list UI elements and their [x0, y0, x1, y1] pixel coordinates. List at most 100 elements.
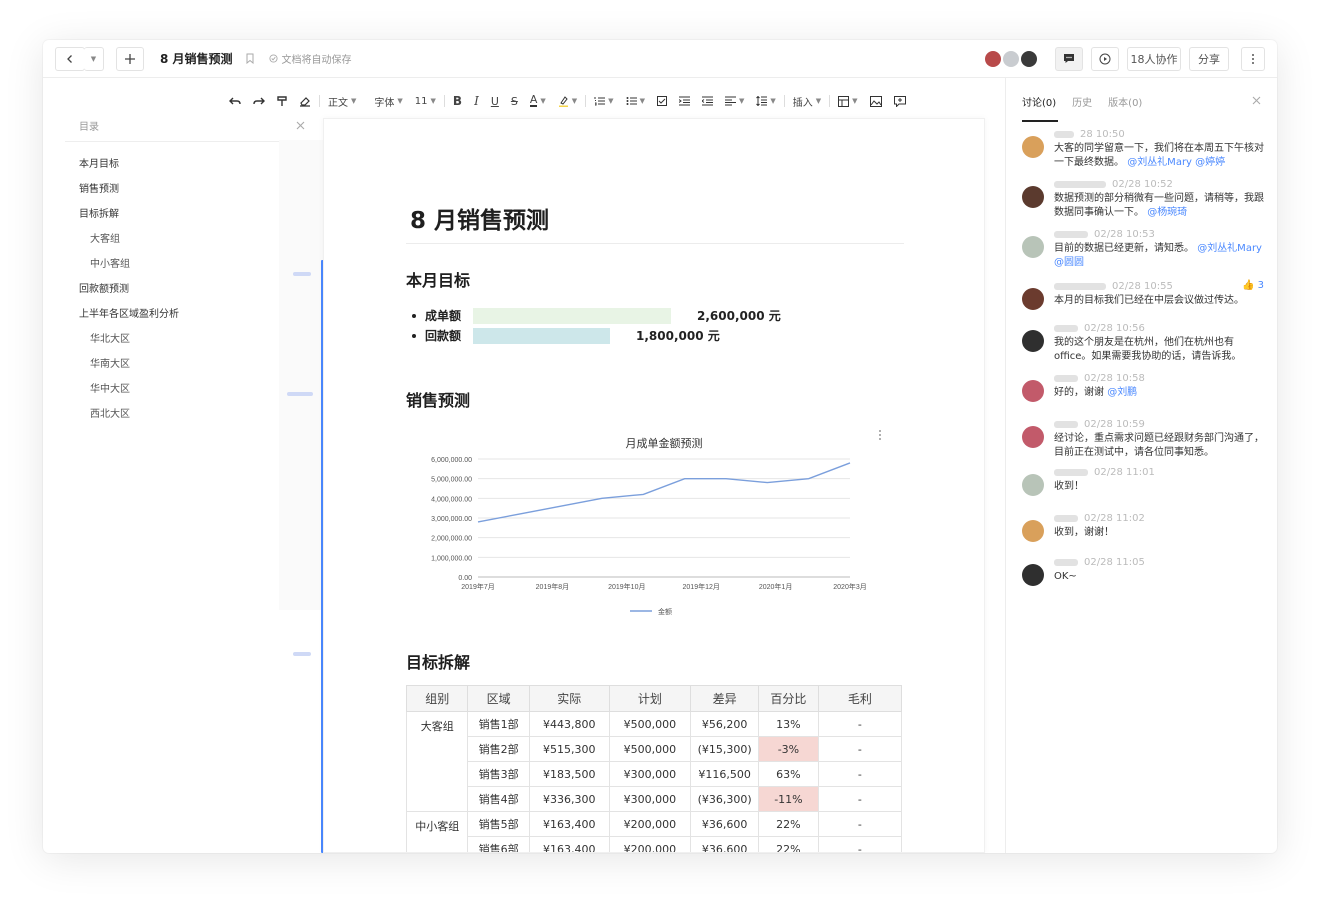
ordered-list-button[interactable]: ▼ — [588, 96, 619, 106]
clear-format-button[interactable] — [293, 96, 317, 107]
avatar[interactable] — [1022, 186, 1044, 208]
region-cell[interactable]: 销售5部 — [467, 811, 530, 837]
comment-item[interactable]: 02/28 11:05 OK~ — [1022, 556, 1268, 586]
indent-button[interactable] — [673, 96, 696, 106]
percent-cell[interactable]: 13% — [758, 711, 819, 737]
format-painter-button[interactable] — [271, 95, 293, 107]
comment-marker[interactable] — [287, 392, 313, 396]
bookmark-icon[interactable] — [245, 53, 255, 64]
collaborators-button[interactable]: 18人协作 — [1127, 46, 1181, 71]
insert-image-button[interactable] — [864, 95, 888, 107]
margin-cell[interactable]: - — [817, 761, 903, 787]
region-cell[interactable]: 销售6部 — [467, 836, 530, 852]
avatar[interactable] — [1022, 136, 1044, 158]
region-cell[interactable]: 销售4部 — [467, 786, 530, 812]
insert-table-button[interactable]: ▼ — [832, 95, 863, 107]
toc-item-northwest-region[interactable]: 西北大区 — [65, 402, 315, 427]
text-color-button[interactable]: A ▼ — [524, 94, 552, 107]
avatar[interactable] — [1022, 380, 1044, 402]
diff-cell[interactable]: ¥56,200 — [690, 711, 760, 737]
margin-cell[interactable]: - — [817, 836, 903, 852]
margin-cell[interactable]: - — [817, 786, 903, 812]
actual-cell[interactable]: ¥163,400 — [528, 836, 610, 852]
strikethrough-button[interactable]: S — [505, 95, 524, 108]
column-header[interactable]: 计划 — [608, 685, 692, 712]
bold-button[interactable]: B — [447, 94, 468, 108]
column-header[interactable]: 实际 — [528, 685, 610, 712]
document-page[interactable]: 8 月销售预测 本月目标 成单额 2,600,000 元 回款额 1,800,0… — [323, 118, 985, 853]
more-button[interactable] — [1241, 46, 1265, 71]
highlight-button[interactable]: ▼ — [552, 95, 583, 107]
column-header[interactable]: 毛利 — [817, 685, 903, 712]
column-header[interactable]: 差异 — [690, 685, 760, 712]
percent-cell[interactable]: 22% — [758, 811, 819, 837]
actual-cell[interactable]: ¥163,400 — [528, 811, 610, 837]
tab-discussion[interactable]: 讨论(0) — [1022, 94, 1056, 109]
margin-cell[interactable]: - — [817, 711, 903, 737]
diff-cell[interactable]: ¥36,600 — [690, 811, 760, 837]
toc-item-target-breakdown[interactable]: 目标拆解 — [65, 202, 315, 227]
comment-mentions[interactable]: @杨琬琦 — [1147, 207, 1187, 218]
avatar[interactable] — [1022, 330, 1044, 352]
tab-history[interactable]: 历史 — [1072, 94, 1092, 109]
comment-item[interactable]: 02/28 10:55 本月的目标我们已经在中层会议做过传达。 👍 3 — [1022, 280, 1268, 310]
plan-cell[interactable]: ¥500,000 — [608, 736, 692, 762]
comment-item[interactable]: 02/28 10:52 数据预测的部分稍微有一些问题，请稍等，我跟数据同事确认一下… — [1022, 178, 1268, 220]
avatar[interactable] — [1022, 564, 1044, 586]
actual-cell[interactable]: ¥443,800 — [528, 711, 610, 737]
percent-cell[interactable]: -3% — [758, 736, 819, 762]
toc-item-regional-profit[interactable]: 上半年各区域盈利分析 — [65, 302, 315, 327]
new-doc-button[interactable] — [116, 46, 144, 71]
collaborator-avatars[interactable] — [985, 50, 1037, 67]
group-cell[interactable]: 大客组 — [405, 711, 469, 812]
avatar[interactable] — [1022, 236, 1044, 258]
actual-cell[interactable]: ¥183,500 — [528, 761, 610, 787]
close-icon[interactable] — [296, 121, 305, 130]
percent-cell[interactable]: 63% — [758, 761, 819, 787]
actual-cell[interactable]: ¥336,300 — [528, 786, 610, 812]
toc-item-south-region[interactable]: 华南大区 — [65, 352, 315, 377]
close-panel-button[interactable] — [1252, 94, 1261, 108]
insert-comment-button[interactable] — [888, 95, 912, 107]
comment-item[interactable]: 28 10:50 大客的同学留意一下，我们将在本周五下午核对一下最终数据。 @刘丛… — [1022, 128, 1268, 170]
region-cell[interactable]: 销售2部 — [467, 736, 530, 762]
toc-item-smb-accounts[interactable]: 中小客组 — [65, 252, 315, 277]
font-size-select[interactable]: 11 ▼ — [409, 96, 442, 107]
toc-item-monthly-target[interactable]: 本月目标 — [65, 152, 315, 177]
column-header[interactable]: 组别 — [405, 685, 469, 712]
comment-item[interactable]: 02/28 10:56 我的这个朋友是在杭州，他们在杭州也有office。如果需要… — [1022, 322, 1268, 364]
margin-cell[interactable]: - — [817, 811, 903, 837]
align-button[interactable]: ▼ — [719, 96, 750, 106]
toc-item-collection-forecast[interactable]: 回款额预测 — [65, 277, 315, 302]
back-button[interactable] — [55, 46, 85, 71]
undo-button[interactable] — [223, 96, 247, 106]
target-breakdown-table[interactable]: 组别 区域 实际 计划 差异 百分比 毛利 大客组 销售1部 ¥443,800 ¥50… — [405, 685, 903, 852]
comment-mentions[interactable]: @刘鹏 — [1107, 387, 1137, 398]
plan-cell[interactable]: ¥200,000 — [608, 836, 692, 852]
plan-cell[interactable]: ¥200,000 — [608, 811, 692, 837]
comment-marker[interactable] — [293, 272, 311, 276]
percent-cell[interactable]: -11% — [758, 786, 819, 812]
series-line[interactable] — [477, 462, 851, 523]
toc-item-north-region[interactable]: 华北大区 — [65, 327, 315, 352]
region-cell[interactable]: 销售1部 — [467, 711, 530, 737]
chart-more-icon[interactable] — [879, 430, 881, 440]
underline-button[interactable]: U — [485, 95, 505, 108]
diff-cell[interactable]: ¥36,600 — [690, 836, 760, 852]
toc-item-key-accounts[interactable]: 大客组 — [65, 227, 315, 252]
column-header[interactable]: 百分比 — [758, 685, 819, 712]
avatar[interactable] — [1022, 288, 1044, 310]
avatar[interactable] — [1022, 520, 1044, 542]
margin-cell[interactable]: - — [817, 736, 903, 762]
plan-cell[interactable]: ¥300,000 — [608, 761, 692, 787]
diff-cell[interactable]: ¥116,500 — [690, 761, 760, 787]
checklist-button[interactable] — [651, 96, 673, 106]
redo-button[interactable] — [247, 96, 271, 106]
line-height-button[interactable]: ▼ — [750, 96, 781, 106]
comment-mentions[interactable]: @刘丛礼Mary @婷婷 — [1127, 157, 1225, 168]
history-dropdown-button[interactable]: ▼ — [84, 46, 104, 71]
chat-button[interactable] — [1055, 46, 1083, 71]
font-family-select[interactable]: 字体 ▼ — [368, 94, 408, 109]
column-header[interactable]: 区域 — [467, 685, 530, 712]
outdent-button[interactable] — [696, 96, 719, 106]
